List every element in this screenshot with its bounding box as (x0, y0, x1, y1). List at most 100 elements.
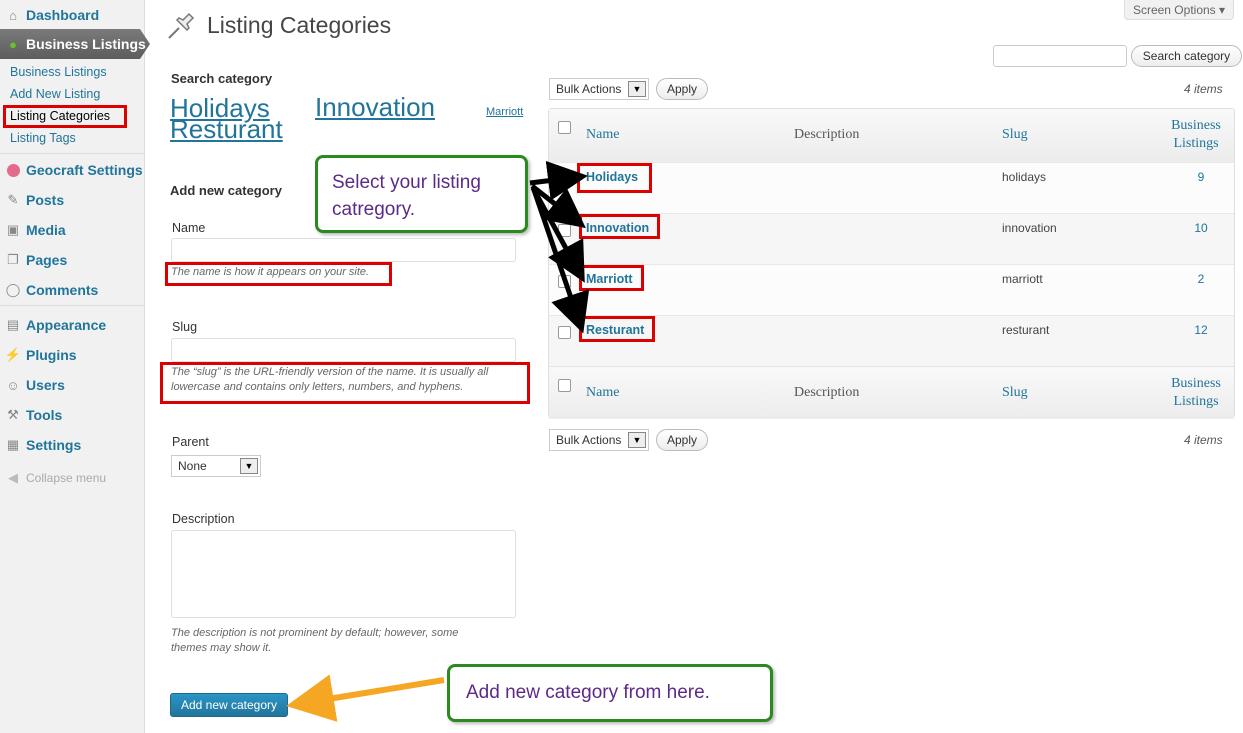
column-name[interactable]: Name (586, 127, 619, 143)
footer-column-count-line-1[interactable]: Business (1161, 376, 1231, 392)
pushpin-icon (168, 12, 195, 39)
appearance-icon: ▤ (6, 317, 20, 332)
plug-icon: ⚡ (4, 347, 22, 362)
menu-business-listings[interactable]: ● Business Listings (0, 29, 150, 59)
row-count-link[interactable]: 10 (1181, 221, 1221, 235)
map-pin-icon: ● (9, 36, 17, 52)
collapse-arrow-icon: ◀ (8, 470, 18, 485)
media-icon: ▣ (6, 222, 20, 237)
row-slug: resturant (1002, 323, 1050, 337)
page-title: Listing Categories (207, 12, 392, 38)
submenu-business-listings[interactable]: Business Listings (10, 65, 107, 79)
menu-users[interactable]: ☺ Users (0, 370, 145, 400)
add-category-heading: Add new category (170, 183, 282, 198)
categories-table: Name Description Slug Business Listings … (548, 108, 1235, 419)
column-description: Description (794, 127, 860, 142)
highlight-row-marriott (579, 265, 644, 291)
tag-cloud-resturant[interactable]: Resturant (170, 114, 283, 145)
column-slug[interactable]: Slug (1002, 127, 1028, 143)
menu-settings[interactable]: ▦ Settings (0, 430, 145, 460)
bulk-actions-select-top[interactable]: Bulk Actions ▼ (549, 78, 649, 100)
submenu-add-new-listing[interactable]: Add New Listing (10, 87, 100, 101)
row-slug: marriott (1002, 272, 1043, 286)
callout-select-line-1: Select your listing (332, 172, 481, 193)
submenu-listing-tags[interactable]: Listing Tags (10, 131, 76, 145)
menu-appearance[interactable]: ▤ Appearance (0, 310, 145, 340)
items-count-bottom: 4 items (1184, 433, 1223, 447)
tag-cloud-marriott[interactable]: Marriott (486, 106, 523, 118)
chevron-down-icon: ▼ (628, 81, 646, 97)
menu-collapse[interactable]: ◀ Collapse menu (0, 463, 145, 493)
apply-button-bottom[interactable]: Apply (656, 429, 708, 451)
highlight-row-resturant (579, 316, 655, 342)
row-checkbox[interactable] (558, 275, 571, 288)
row-count-link[interactable]: 12 (1181, 323, 1221, 337)
pushpin-icon: ✎ (7, 192, 19, 207)
home-icon: ⌂ (9, 7, 17, 23)
name-input[interactable] (171, 238, 516, 262)
row-checkbox[interactable] (558, 224, 571, 237)
users-icon: ☺ (6, 377, 20, 393)
row-checkbox[interactable] (558, 173, 571, 186)
callout-select-line-2: catregory. (332, 199, 416, 220)
callout-add-text: Add new category from here. (466, 682, 710, 703)
apply-button-top[interactable]: Apply (656, 78, 708, 100)
chevron-down-icon: ▼ (628, 432, 646, 448)
slug-input[interactable] (171, 338, 516, 362)
highlight-row-innovation (579, 214, 660, 239)
parent-select[interactable]: None ▼ (171, 455, 261, 477)
callout-add-category: Add new category from here. (447, 664, 773, 722)
highlight-row-holidays (577, 163, 652, 193)
row-count-link[interactable]: 2 (1181, 272, 1221, 286)
menu-plugins[interactable]: ⚡ Plugins (0, 340, 145, 370)
menu-comments[interactable]: ◯ Comments (0, 275, 145, 305)
description-hint-line-2: themes may show it. (171, 642, 272, 654)
row-count-link[interactable]: 9 (1181, 170, 1221, 184)
search-category-input[interactable] (993, 45, 1127, 67)
menu-dashboard[interactable]: ⌂ Dashboard (0, 0, 145, 30)
menu-media[interactable]: ▣ Media (0, 215, 145, 245)
bulk-actions-value: Bulk Actions (556, 433, 622, 447)
column-count-line-2[interactable]: Listings (1161, 136, 1231, 152)
row-checkbox[interactable] (558, 326, 571, 339)
select-all-checkbox-footer[interactable] (558, 379, 571, 392)
footer-column-name[interactable]: Name (586, 385, 619, 401)
screen-options-button[interactable]: Screen Options ▾ (1124, 0, 1234, 20)
table-row: Marriott marriott 2 (549, 264, 1234, 315)
parent-selected-value: None (178, 459, 207, 473)
table-header: Name Description Slug Business Listings (549, 109, 1234, 162)
column-count-line-1[interactable]: Business (1161, 118, 1231, 134)
search-category-button[interactable]: Search category (1131, 45, 1242, 67)
row-slug: holidays (1002, 170, 1047, 184)
footer-column-count-line-2[interactable]: Listings (1161, 394, 1231, 410)
parent-label: Parent (172, 435, 209, 449)
menu-geocraft-settings[interactable]: Geocraft Settings (0, 155, 145, 185)
footer-column-slug[interactable]: Slug (1002, 385, 1028, 401)
admin-sidebar: ⌂ Dashboard ● Business Listings Business… (0, 0, 150, 733)
description-hint-line-1: The description is not prominent by defa… (171, 627, 459, 639)
description-textarea[interactable] (171, 530, 516, 618)
description-label: Description (172, 512, 235, 526)
bulk-actions-value: Bulk Actions (556, 82, 622, 96)
comment-bubble-icon: ◯ (5, 282, 21, 297)
menu-pages[interactable]: ❐ Pages (0, 245, 145, 275)
menu-tools[interactable]: ⚒ Tools (0, 400, 145, 430)
wrench-icon: ⚒ (7, 407, 19, 422)
menu-separator (0, 305, 145, 306)
highlight-name-hint (165, 262, 392, 286)
arrow-to-add-button (286, 674, 445, 722)
callout-select-category: Select your listing catregory. (315, 155, 528, 233)
menu-separator (0, 153, 145, 154)
pages-icon: ❐ (7, 252, 19, 267)
bulk-actions-select-bottom[interactable]: Bulk Actions ▼ (549, 429, 649, 451)
add-new-category-button[interactable]: Add new category (170, 693, 288, 717)
highlight-slug-hint (160, 362, 530, 404)
select-all-checkbox[interactable] (558, 121, 571, 134)
menu-posts[interactable]: ✎ Posts (0, 185, 145, 215)
slug-label: Slug (172, 320, 198, 334)
geocraft-icon (4, 161, 22, 179)
items-count-top: 4 items (1184, 82, 1223, 96)
settings-icon: ▦ (6, 437, 20, 452)
table-footer: Name Description Slug Business Listings (549, 366, 1234, 419)
tag-cloud-innovation[interactable]: Innovation (315, 92, 435, 123)
